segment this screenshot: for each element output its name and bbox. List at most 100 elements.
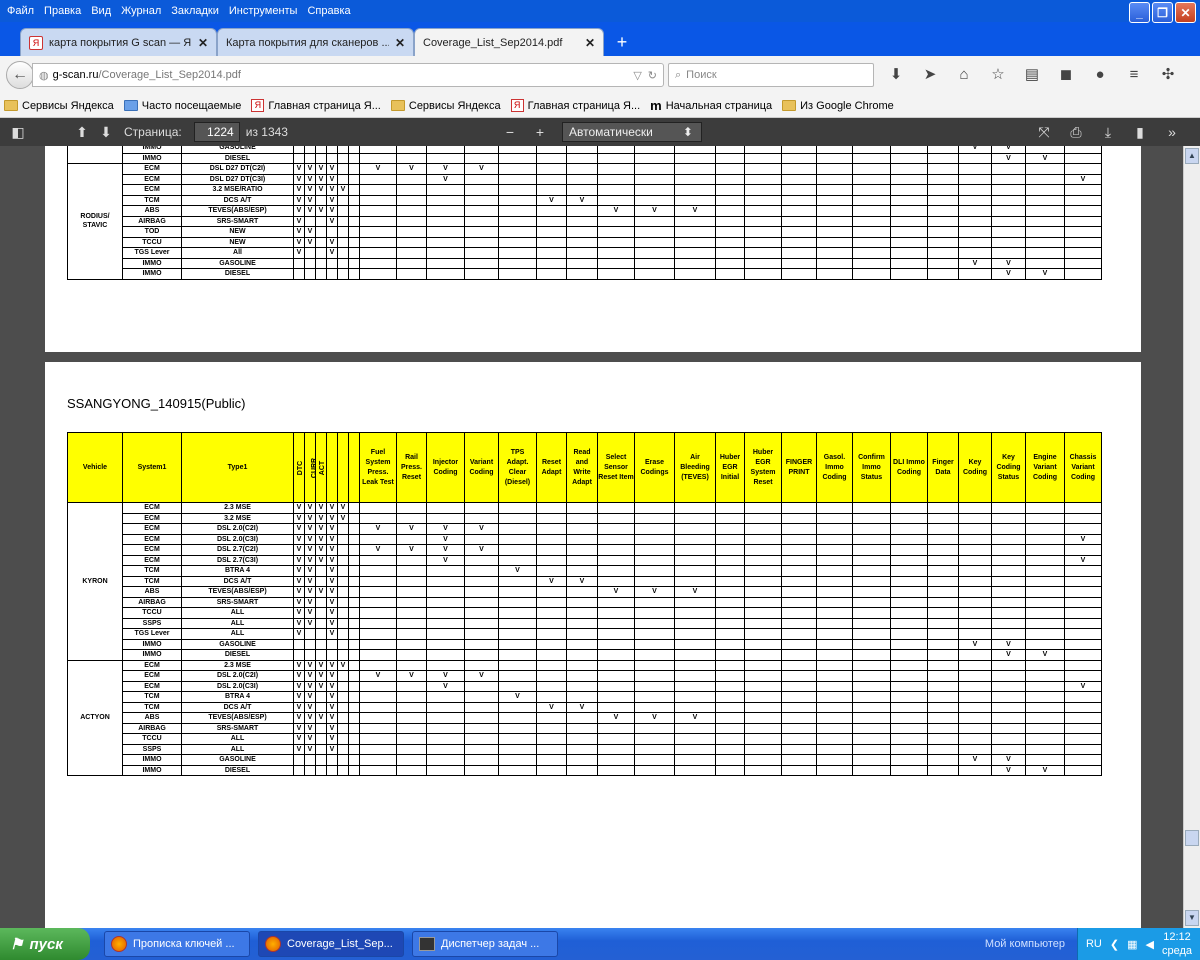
save-icon[interactable]: ⤓ [1096,124,1120,141]
tab-coverage-pdf[interactable]: Coverage_List_Sep2014.pdf ✕ [414,28,604,56]
bookmark-item[interactable]: Сервисы Яндекса [390,100,501,112]
volume-icon[interactable]: ◀ [1146,938,1154,951]
menu-history[interactable]: Журнал [121,5,161,17]
tab-coverage-map[interactable]: Карта покрытия для сканеров ... ✕ [217,28,414,56]
search-box[interactable]: ⌕ Поиск [668,63,874,87]
support-cell [359,733,397,745]
next-page-icon[interactable]: ⬇ [94,124,118,141]
menu-tools[interactable]: Инструменты [229,5,298,17]
taskbar-item[interactable]: Диспетчер задач ... [412,931,558,957]
support-cell [852,712,891,724]
back-button[interactable]: ← [6,61,34,89]
bookmark-icon[interactable]: ▮ [1128,124,1152,141]
zoom-out-icon[interactable]: − [498,124,522,140]
tray-arrow-icon[interactable]: ❮ [1110,938,1119,951]
tab-close-icon[interactable]: ✕ [198,36,208,50]
support-cell [1025,173,1065,185]
bookmark-item[interactable]: Сервисы Яндекса [4,100,114,112]
reload-icon[interactable]: ↻ [648,69,657,82]
bookmark-item[interactable]: Из Google Chrome [782,100,894,112]
support-cell [744,163,782,175]
tab-close-icon[interactable]: ✕ [395,36,405,50]
menu-view[interactable]: Вид [91,5,111,17]
support-cell: V [304,502,316,514]
support-cell [498,163,537,175]
bookmark-star-icon[interactable]: ☆ [986,62,1010,86]
menu-help[interactable]: Справка [307,5,350,17]
page-number-input[interactable]: 1224 [193,122,240,142]
support-cell [927,236,959,248]
type-cell: SRS-SMART [181,596,294,608]
support-cell [674,691,716,703]
menu-bookmarks[interactable]: Закладки [171,5,219,17]
support-cell [991,247,1026,259]
support-cell [890,257,928,269]
sidebar-toggle-icon[interactable]: ◧ [6,124,30,141]
vertical-scrollbar[interactable]: ▲ ▼ [1183,146,1200,928]
language-indicator[interactable]: RU [1086,938,1102,950]
support-cell [597,226,635,238]
tab-close-icon[interactable]: ✕ [585,36,595,50]
support-cell [396,607,427,619]
zoom-select[interactable]: Автоматически ⬍ [561,122,702,142]
my-computer-toolbar[interactable]: Мой компьютер [985,938,1065,950]
taskbar-item[interactable]: Прописка ключей ... [104,931,250,957]
fullscreen-icon[interactable]: ⤧ [1032,124,1056,141]
reading-list-icon[interactable]: ▤ [1020,62,1044,86]
support-cell [304,649,316,661]
download-icon[interactable]: ⬇ [884,62,908,86]
support-cell [359,184,397,196]
minimize-icon[interactable]: _ [1129,2,1150,23]
abp-icon[interactable]: ◼ [1054,62,1078,86]
support-cell [1025,722,1065,734]
menu-file[interactable]: Файл [7,5,34,17]
gamepad-icon[interactable]: ✣ [1156,62,1180,86]
print-icon[interactable]: ⎙ [1064,124,1088,141]
support-cell [337,607,349,619]
support-cell [744,638,782,650]
support-cell [597,701,635,713]
previous-page-icon[interactable]: ⬆ [70,124,94,141]
tools-icon[interactable]: » [1160,124,1184,140]
network-icon[interactable]: ▦ [1127,938,1137,951]
bookmark-item[interactable]: Я Главная страница Я... [510,99,640,112]
restore-icon[interactable]: ❐ [1152,2,1173,23]
zoom-in-icon[interactable]: + [528,124,552,140]
table-row: IMMO DIESEL V V [68,152,1102,164]
support-cell [958,533,992,545]
hamburger-menu-icon[interactable]: ≡ [1122,62,1146,86]
system-cell: TCM [122,575,182,587]
column-header: Variant Coding [464,432,499,503]
support-cell [958,554,992,566]
support-cell [1025,617,1065,629]
support-cell [536,649,567,661]
support-cell [816,680,853,692]
menu-edit[interactable]: Правка [44,5,81,17]
scroll-down-icon[interactable]: ▼ [1185,910,1199,926]
support-cell [1025,638,1065,650]
support-cell [715,628,745,640]
support-cell: V [293,722,305,734]
bookmark-item[interactable]: Часто посещаемые [123,100,241,112]
pdf-viewer[interactable]: IMMO GASOLINE V V IMMO DIESEL V V RODIUS/ STAVIC… [0,146,1183,928]
home-icon[interactable]: ⌂ [952,62,976,86]
support-cell [337,628,349,640]
send-icon[interactable]: ➤ [918,62,942,86]
close-icon[interactable]: ✕ [1175,2,1196,23]
scroll-up-icon[interactable]: ▲ [1185,148,1199,164]
vehicle-cell: RODIUS/ STAVIC [67,163,123,280]
support-cell [293,638,305,650]
url-bar[interactable]: ◍ g-scan.ru/Coverage_List_Sep2014.pdf ▽ … [32,63,664,87]
taskbar-item-active[interactable]: Coverage_List_Sep... [258,931,404,957]
bookmark-item[interactable]: m Начальная страница [650,98,772,113]
scroll-thumb[interactable] [1185,830,1199,846]
chat-icon[interactable]: ● [1088,62,1112,86]
new-tab-icon[interactable]: + [610,30,634,54]
tab-gscan-search[interactable]: Я карта покрытия G scan — Я... ✕ [20,28,217,56]
support-cell: V [293,712,305,724]
dropdown-icon[interactable]: ▽ [633,69,641,82]
start-button[interactable]: ⚑ пуск [0,928,90,960]
bookmark-item[interactable]: Я Главная страница Я... [251,99,381,112]
clock[interactable]: 12:12 среда [1162,930,1192,958]
support-cell [634,502,675,514]
